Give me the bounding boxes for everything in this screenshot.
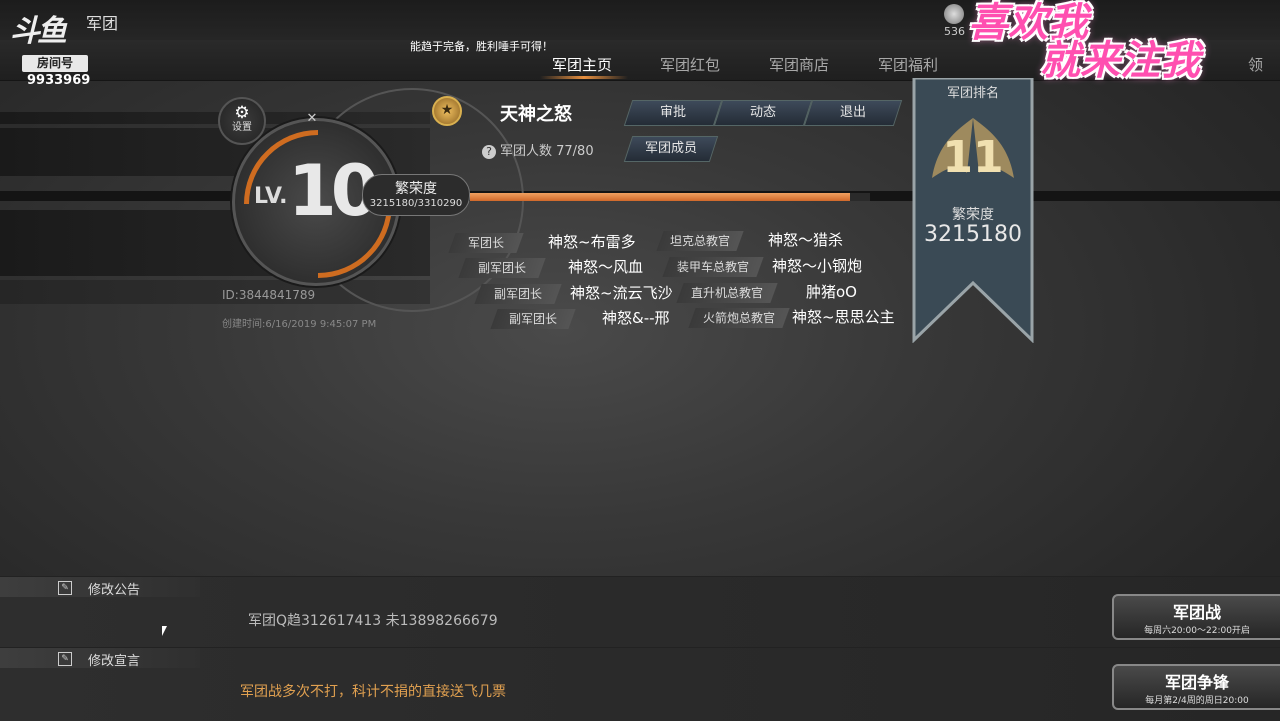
room-number: 9933969 <box>27 73 91 88</box>
guild-contest-button[interactable]: 军团争锋 每月第2/4周的周日20:00 <box>1112 664 1280 710</box>
guild-war-schedule: 每周六20:00～22:00开启 <box>1144 626 1250 636</box>
members-button[interactable]: 军团成员 <box>623 136 719 162</box>
members-label: 军团成员 <box>644 141 697 156</box>
slogan-text: 能趋于完备，胜利唾手可得！ <box>410 40 553 53</box>
active-tab-indicator <box>540 76 628 79</box>
notice-text: 军团Q趋312617413 未13898266679 <box>248 613 498 629</box>
level-number: 10 <box>288 150 379 232</box>
officer-role: 直升机总教官 <box>690 286 763 300</box>
guild-id: ID:3844841789 <box>222 288 316 302</box>
rank-prosperity-label: 繁荣度 <box>952 207 994 223</box>
mouse-cursor <box>162 626 167 636</box>
officer-role: 军团长 <box>467 236 504 250</box>
close-icon[interactable]: ✕ <box>303 110 321 128</box>
prosperity-pill: 繁荣度 3215180/3310290 <box>362 174 470 216</box>
news-button[interactable]: 动态 <box>713 100 813 126</box>
guild-war-button[interactable]: 军团战 每周六20:00～22:00开启 <box>1112 594 1280 640</box>
approve-button[interactable]: 审批 <box>623 100 723 126</box>
gear-icon: ⚙ <box>234 103 250 123</box>
officer-name[interactable]: 神怒～小钢炮 <box>772 255 862 276</box>
officer-role-tag: 直升机总教官 <box>676 283 778 303</box>
officer-name[interactable]: 神怒~流云飞沙 <box>570 282 673 303</box>
officer-role-tag: 副军团长 <box>458 258 546 278</box>
officer-role: 坦克总教官 <box>669 234 730 248</box>
member-count: ? 军团人数 77/80 <box>482 140 594 159</box>
officer-role: 火箭炮总教官 <box>702 311 775 325</box>
officer-role: 副军团长 <box>493 287 542 301</box>
officer-name[interactable]: 神怒～风血 <box>568 256 643 277</box>
guild-war-title: 军团战 <box>1172 603 1221 622</box>
officer-role-tag: 副军团长 <box>474 284 562 304</box>
tab-guild-shop[interactable]: 军团商店 <box>769 54 829 75</box>
quit-label: 退出 <box>839 105 866 120</box>
tab-guild-redpacket[interactable]: 军团红包 <box>660 54 720 75</box>
douyu-logo: 斗鱼 <box>10 14 67 49</box>
tab-guild-claim[interactable]: 领 <box>1248 54 1263 75</box>
quit-button[interactable]: 退出 <box>803 100 903 126</box>
rank-title: 军团排名 <box>946 86 999 101</box>
guild-name: 天神之怒 <box>500 104 572 125</box>
officer-role-tag: 装甲车总教官 <box>662 257 764 277</box>
tab-guild-welfare[interactable]: 军团福利 <box>878 54 938 75</box>
edit-declaration-button[interactable]: 修改宣言 <box>88 650 140 669</box>
edit-notice-button[interactable]: 修改公告 <box>88 579 140 598</box>
rank-prosperity-value: 3215180 <box>924 222 1022 247</box>
coin-count: 536 <box>944 25 965 38</box>
room-label: 房间号 <box>22 55 88 72</box>
officer-name[interactable]: 神怒~思思公主 <box>792 306 895 327</box>
created-date: 创建时间:6/16/2019 9:45:07 PM <box>222 319 377 330</box>
officer-name[interactable]: 肿猪oO <box>806 281 857 302</box>
settings-button[interactable]: ⚙ 设置 <box>218 97 266 145</box>
declaration-text: 军团战多次不打，科计不捐的直接送飞几票 <box>240 684 506 700</box>
guild-emblem-icon: ★ <box>432 96 462 126</box>
tab-guild-home[interactable]: 军团主页 <box>552 54 612 75</box>
edit-icon[interactable]: ✎ <box>58 652 72 666</box>
officer-role-tag: 火箭炮总教官 <box>688 308 790 328</box>
officer-role: 装甲车总教官 <box>676 260 749 274</box>
member-count-text: 军团人数 77/80 <box>500 144 594 159</box>
officer-name[interactable]: 神怒&--邢 <box>602 307 670 328</box>
news-label: 动态 <box>749 105 776 120</box>
guild-contest-schedule: 每月第2/4周的周日20:00 <box>1145 696 1249 706</box>
officer-role-tag: 副军团长 <box>490 309 576 329</box>
prosperity-bar-fill <box>470 193 850 201</box>
level-label: LV. <box>254 184 288 209</box>
coin-icon <box>944 4 964 24</box>
top-bar <box>0 0 1280 40</box>
officer-name[interactable]: 神怒～猎杀 <box>768 229 843 250</box>
rank-number: 11 <box>942 132 1004 183</box>
approve-label: 审批 <box>659 105 686 120</box>
overlay-sticker-line2: 就来注我 <box>1040 38 1200 84</box>
officer-role: 副军团长 <box>508 312 557 326</box>
officer-role: 副军团长 <box>477 261 526 275</box>
prosperity-value: 3215180/3310290 <box>369 198 463 209</box>
officer-role-tag: 坦克总教官 <box>656 231 744 251</box>
officer-name[interactable]: 神怒~布雷多 <box>548 231 636 252</box>
settings-label: 设置 <box>232 122 252 133</box>
help-icon[interactable]: ? <box>482 145 496 159</box>
officer-role-tag: 军团长 <box>448 233 524 253</box>
prosperity-bar <box>470 193 870 201</box>
page-title: 军团 <box>86 14 119 33</box>
edit-icon[interactable]: ✎ <box>58 581 72 595</box>
guild-contest-title: 军团争锋 <box>1164 673 1229 692</box>
prosperity-label: 繁荣度 <box>395 181 437 197</box>
